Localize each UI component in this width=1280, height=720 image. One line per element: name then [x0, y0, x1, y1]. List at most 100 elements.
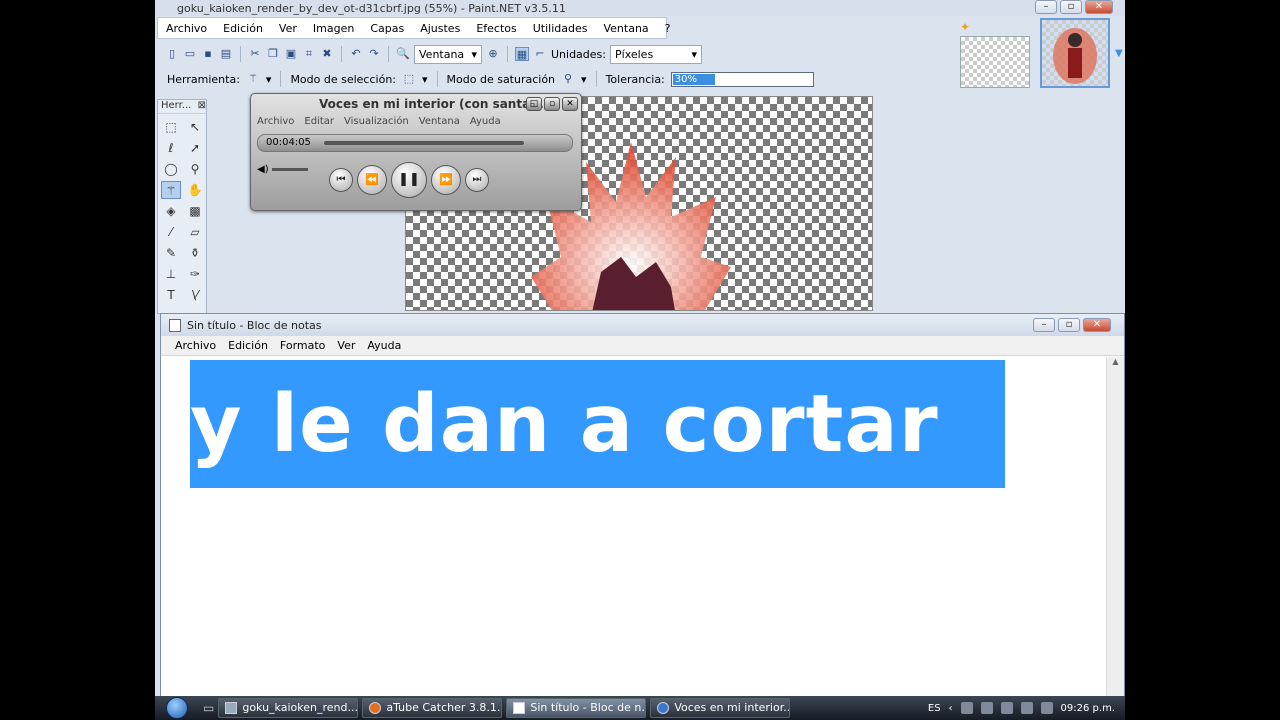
scroll-up-icon[interactable]: ▲ [1112, 357, 1118, 366]
previous-icon[interactable]: ⏮ [329, 168, 353, 192]
taskbar-item-notepad[interactable]: Sin título - Bloc de n... [506, 698, 647, 718]
menu-ajustes[interactable]: Ajustes [412, 22, 468, 35]
volume-icon[interactable] [1040, 702, 1053, 714]
rectangle-select-icon[interactable]: ⬚ [161, 118, 181, 136]
move-selection-icon[interactable]: ↖ [185, 118, 205, 136]
zoom-out-icon[interactable]: 🔍 [396, 47, 410, 61]
clone-stamp-icon[interactable]: ⊥ [161, 265, 181, 283]
volume-slider[interactable] [271, 167, 308, 171]
tray-app-icon[interactable] [980, 702, 993, 714]
wmp-menu-visualizacion[interactable]: Visualización [344, 114, 409, 130]
image-thumbnail-2[interactable] [1040, 18, 1110, 88]
show-desktop-icon[interactable]: ▭ [203, 701, 214, 715]
scroll-down-icon[interactable]: ▼ [1115, 48, 1123, 59]
start-button[interactable] [155, 696, 199, 720]
media-player-window[interactable]: Voces en mi interior (con santa... ◱ ▫ ✕… [250, 93, 582, 211]
color-picker-icon[interactable]: ⚱ [185, 244, 205, 262]
notepad-titlebar[interactable]: Sin título - Bloc de notas – ▫ ✕ [161, 314, 1124, 336]
pencil-icon[interactable]: ✎ [161, 244, 181, 262]
chevron-down-icon[interactable]: ▾ [581, 73, 587, 86]
volume-control[interactable]: ◀) [257, 164, 317, 176]
selection-mode-icon[interactable]: ⬚ [402, 72, 416, 86]
menu-edicion[interactable]: Edición [215, 22, 271, 35]
close-button[interactable]: ✕ [562, 97, 578, 111]
menu-ventana[interactable]: Ventana [595, 22, 656, 35]
redo-icon[interactable]: ↷ [367, 47, 381, 61]
taskbar-item-paintnet[interactable]: goku_kaioken_rend... [218, 698, 359, 718]
copy-icon[interactable]: ❐ [266, 47, 280, 61]
pause-icon[interactable]: ❚❚ [391, 162, 427, 198]
np-menu-archivo[interactable]: Archivo [169, 339, 222, 352]
image-thumbnail-1[interactable] [960, 36, 1030, 88]
close-button[interactable]: ✕ [1083, 318, 1111, 332]
menu-capas[interactable]: Capas [362, 22, 412, 35]
crop-icon[interactable]: ⌗ [302, 47, 316, 61]
seek-bar[interactable]: 00:04:05 [257, 134, 573, 152]
speaker-icon[interactable]: ◀) [257, 164, 269, 175]
rewind-icon[interactable]: ⏪ [357, 165, 387, 195]
deselect-icon[interactable]: ✖ [320, 47, 334, 61]
np-menu-ver[interactable]: Ver [331, 339, 361, 352]
next-icon[interactable]: ⏭ [465, 168, 489, 192]
clock[interactable]: 09:26 p.m. [1061, 703, 1115, 714]
line-curve-icon[interactable]: \⁄ [185, 286, 205, 304]
move-selected-icon[interactable]: ➚ [185, 139, 205, 157]
taskbar-item-media-player[interactable]: Voces en mi interior... [650, 698, 791, 718]
zoom-icon[interactable]: ⚲ [185, 160, 205, 178]
network-icon[interactable] [1000, 702, 1013, 714]
notepad-text-area[interactable]: y le dan a cortar [161, 357, 1107, 697]
seek-track[interactable] [324, 141, 524, 145]
text-icon[interactable]: T [161, 286, 181, 304]
np-menu-formato[interactable]: Formato [274, 339, 332, 352]
minimize-button[interactable]: – [1035, 0, 1057, 14]
close-button[interactable]: ✕ [1085, 0, 1113, 14]
language-indicator[interactable]: ES [928, 703, 941, 714]
flood-mode-icon[interactable]: ⚲ [561, 72, 575, 86]
eraser-icon[interactable]: ▱ [185, 223, 205, 241]
menu-utilidades[interactable]: Utilidades [525, 22, 596, 35]
grid-icon[interactable]: ▦ [515, 47, 529, 61]
gradient-icon[interactable]: ▩ [185, 202, 205, 220]
wmp-menu-ventana[interactable]: Ventana [419, 114, 460, 130]
paint-bucket-icon[interactable]: ◈ [161, 202, 181, 220]
pan-icon[interactable]: ✋ [185, 181, 205, 199]
recolor-icon[interactable]: ✑ [185, 265, 205, 283]
new-file-icon[interactable]: ▯ [165, 47, 179, 61]
selected-text[interactable]: y le dan a cortar [190, 360, 1005, 488]
tray-app-icon[interactable] [960, 702, 973, 714]
close-icon[interactable]: ⊠ [198, 100, 206, 113]
vertical-scrollbar[interactable]: ▲ [1106, 357, 1124, 697]
tools-panel-header[interactable]: Herr... ⊠ [158, 100, 206, 114]
menu-help[interactable]: ? [657, 22, 679, 35]
wmp-menu-ayuda[interactable]: Ayuda [470, 114, 501, 130]
paintnet-titlebar[interactable]: goku_kaioken_render_by_dev_ot-d31cbrf.jp… [155, 0, 1125, 16]
maximize-button[interactable]: ▫ [1058, 318, 1080, 332]
magic-wand-icon[interactable]: ⚚ [246, 72, 260, 86]
lasso-icon[interactable]: ℓ [161, 139, 181, 157]
chevron-left-icon[interactable]: ‹ [949, 703, 953, 714]
menu-archivo[interactable]: Archivo [158, 22, 215, 35]
undo-icon[interactable]: ↶ [349, 47, 363, 61]
paste-icon[interactable]: ▣ [284, 47, 298, 61]
menu-imagen[interactable]: Imagen [305, 22, 362, 35]
tolerance-slider[interactable]: 30% [670, 71, 814, 87]
chevron-down-icon[interactable]: ▾ [422, 73, 428, 86]
paintbrush-icon[interactable]: ⁄ [161, 223, 181, 241]
units-combo[interactable]: Píxeles ▾ [610, 44, 702, 64]
fast-forward-icon[interactable]: ⏩ [431, 165, 461, 195]
open-folder-icon[interactable]: ▭ [183, 47, 197, 61]
ellipse-select-icon[interactable]: ◯ [161, 160, 181, 178]
zoom-combo[interactable]: Ventana ▾ [414, 44, 482, 64]
ruler-icon[interactable]: ⌐ [533, 47, 547, 61]
np-menu-ayuda[interactable]: Ayuda [361, 339, 407, 352]
maximize-button[interactable]: ▫ [544, 97, 560, 111]
zoom-in-icon[interactable]: ⊕ [486, 47, 500, 61]
menu-ver[interactable]: Ver [271, 22, 305, 35]
wmp-menu-editar[interactable]: Editar [304, 114, 334, 130]
save-icon[interactable]: ▪ [201, 47, 215, 61]
cut-icon[interactable]: ✂ [248, 47, 262, 61]
minimize-button[interactable]: – [1033, 318, 1055, 332]
chevron-down-icon[interactable]: ▾ [266, 73, 272, 86]
menu-efectos[interactable]: Efectos [468, 22, 524, 35]
taskbar-item-atube[interactable]: aTube Catcher 3.8.1... [362, 698, 503, 718]
